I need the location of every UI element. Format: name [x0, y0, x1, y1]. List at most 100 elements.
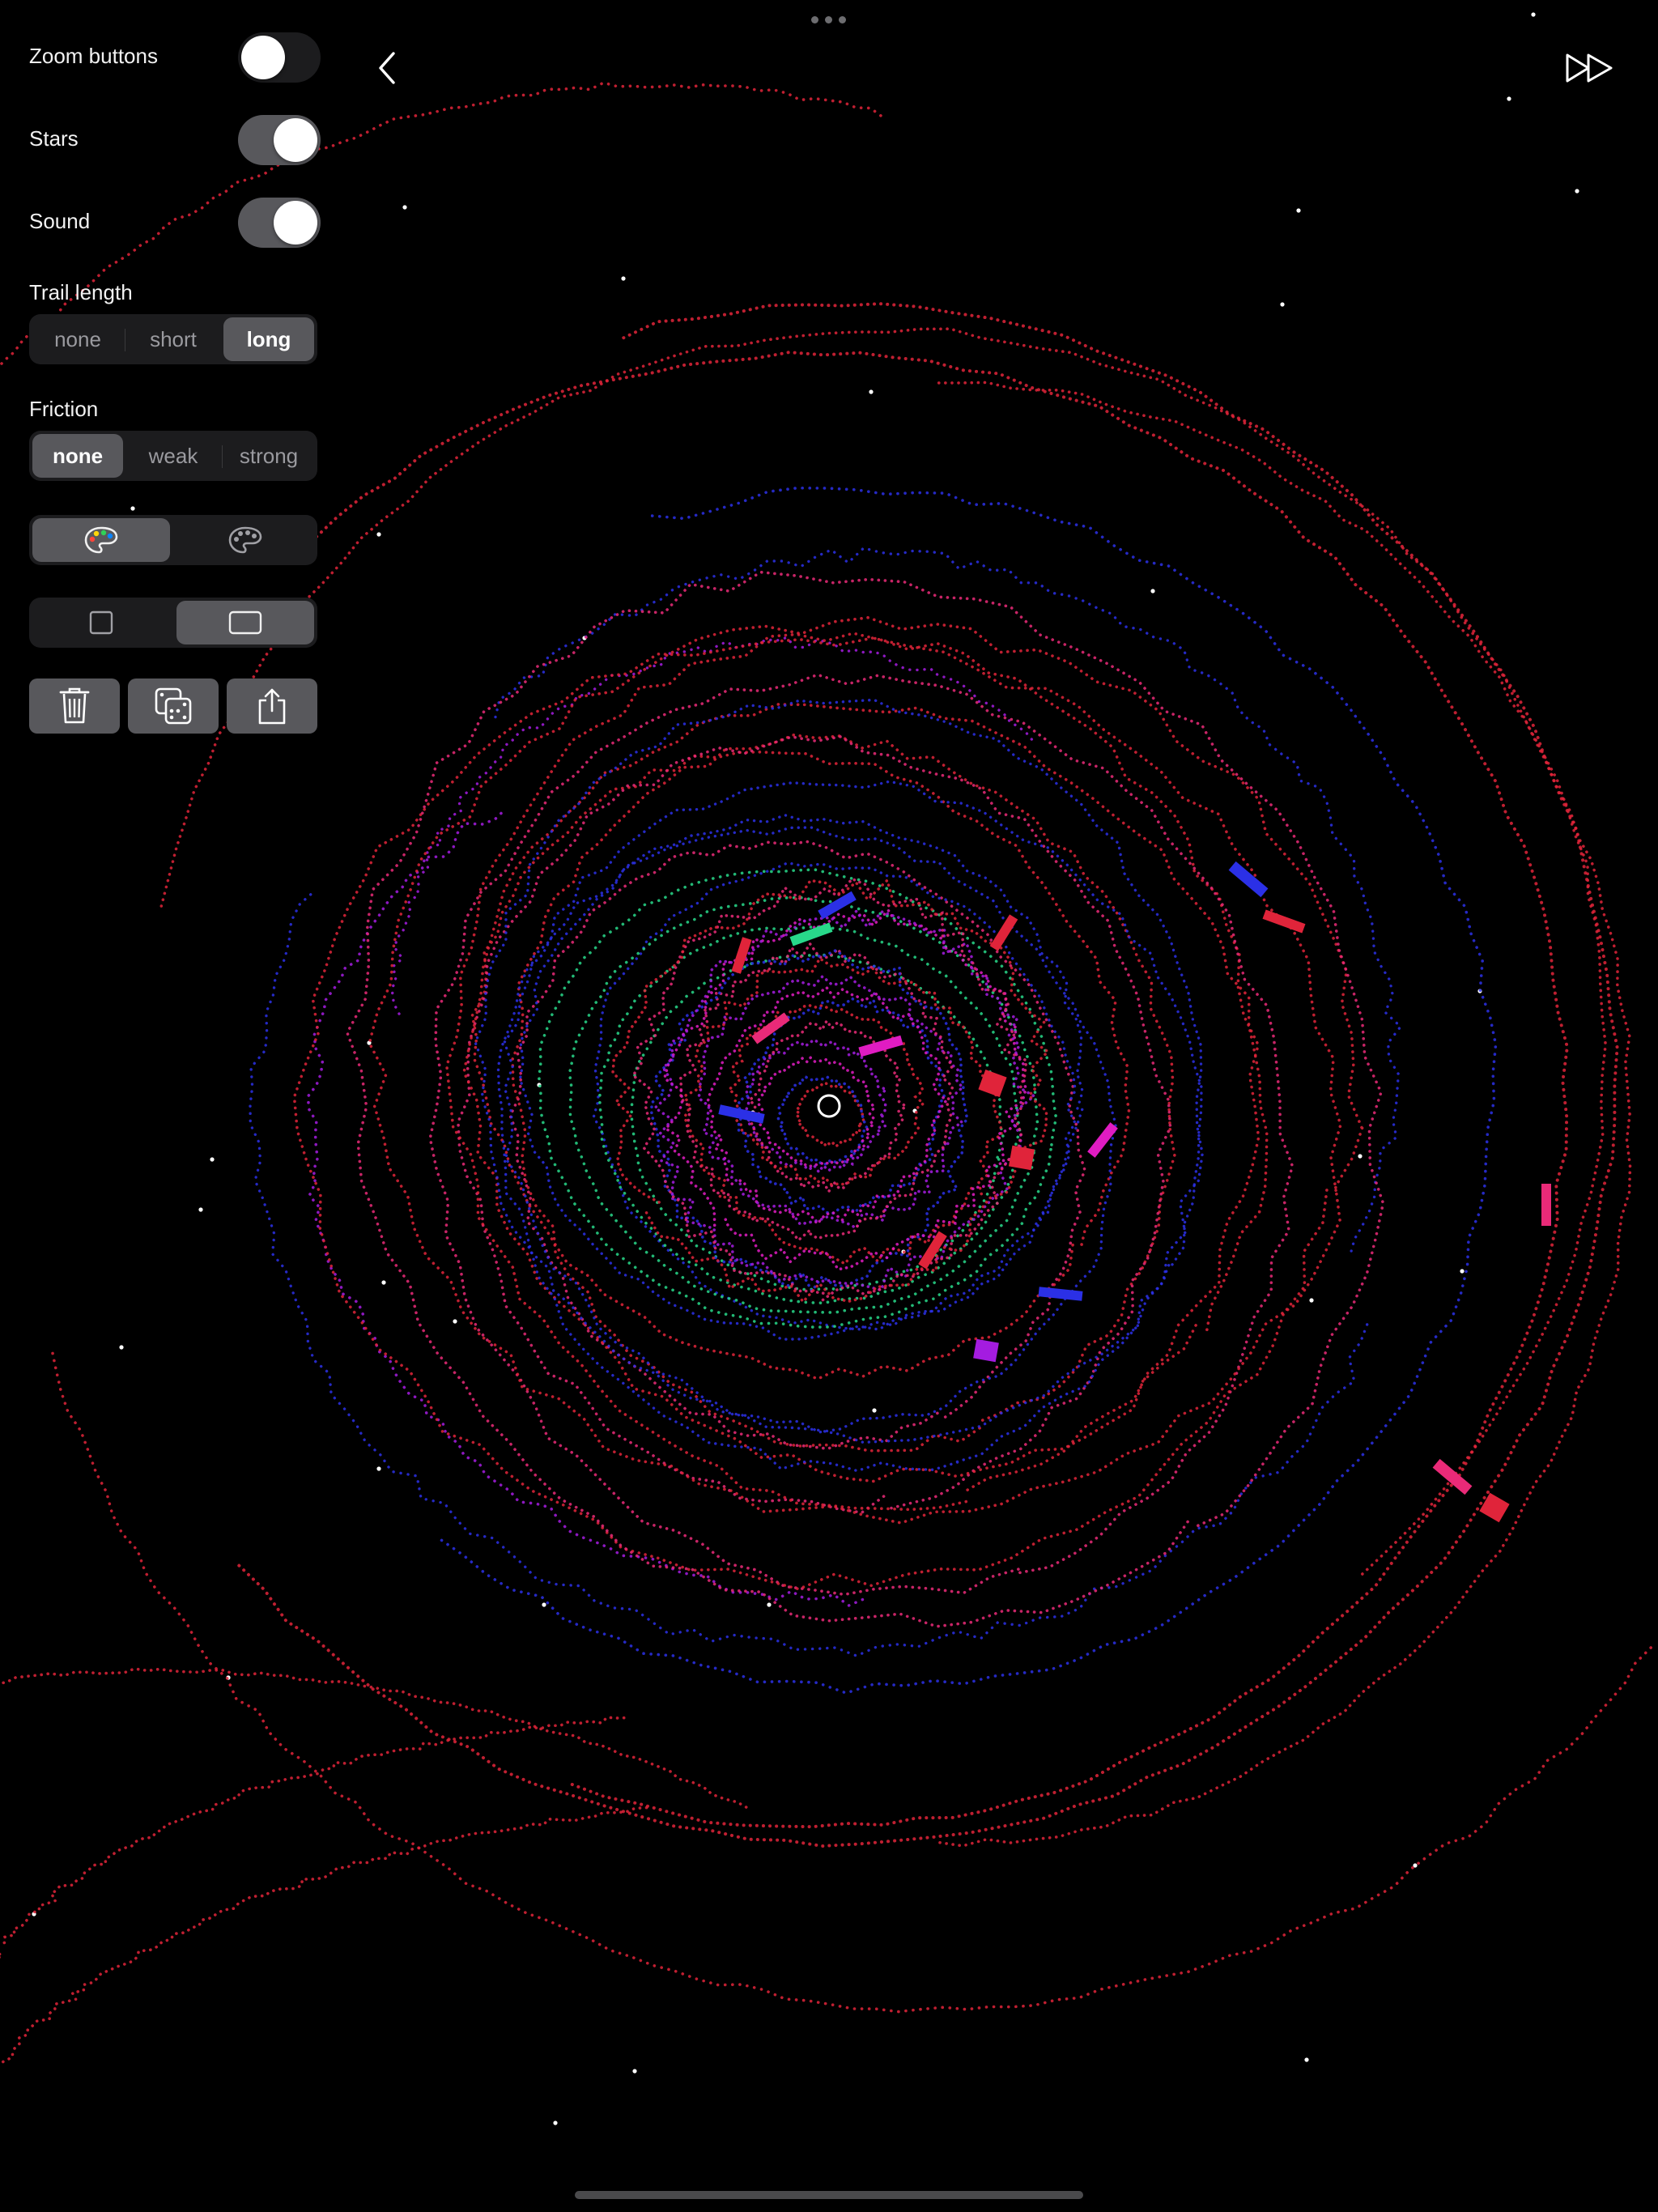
star [553, 2121, 558, 2125]
trail-path [462, 703, 1269, 1483]
randomize-button[interactable] [128, 678, 219, 734]
star [1280, 302, 1285, 307]
trail-path [0, 1806, 648, 2066]
color-palette-option[interactable] [32, 518, 170, 562]
wide-rectangle-icon [228, 610, 262, 635]
planet-body[interactable] [1262, 909, 1306, 934]
planet-body[interactable] [731, 937, 752, 974]
star [210, 1157, 215, 1162]
planet-body[interactable] [718, 1104, 765, 1124]
planet-body[interactable] [1008, 1145, 1035, 1171]
home-indicator [575, 2191, 1083, 2199]
star [542, 1602, 546, 1607]
trail-path [368, 615, 1364, 1525]
trail-path [631, 877, 1028, 1302]
mono-palette-option[interactable] [176, 518, 314, 562]
toggle-knob [241, 36, 285, 79]
planet-body[interactable] [978, 1069, 1007, 1098]
trail-length-segmented-control: none short long [29, 314, 317, 364]
star [869, 389, 874, 394]
trail-path [0, 1716, 631, 1959]
wide-aspect-option[interactable] [176, 601, 314, 644]
planet-body[interactable] [858, 1035, 903, 1057]
trail-path [428, 673, 1295, 1597]
star [632, 2069, 637, 2074]
chevron-left-icon [379, 52, 395, 84]
clear-button[interactable] [29, 678, 120, 734]
trail-length-none[interactable]: none [32, 317, 123, 361]
friction-strong[interactable]: strong [223, 434, 314, 478]
trail-path [306, 809, 865, 1607]
trail-path [630, 953, 1005, 1291]
star [130, 506, 135, 511]
stars-label: Stars [29, 126, 79, 151]
zoom-buttons-row: Zoom buttons [29, 32, 321, 84]
square-aspect-option[interactable] [32, 601, 170, 644]
friction-segmented-control: none weak strong [29, 431, 317, 481]
trail-path [249, 888, 1369, 1657]
action-buttons [29, 678, 321, 734]
sound-label: Sound [29, 209, 91, 233]
star [198, 1207, 203, 1212]
trail-path [742, 1038, 890, 1175]
star [767, 1602, 772, 1607]
back-button[interactable] [372, 49, 402, 87]
fast-forward-icon [1566, 53, 1613, 83]
planet-bodies [718, 861, 1551, 1523]
star [119, 1345, 124, 1350]
trail-path [611, 877, 1051, 1304]
star [1358, 1154, 1363, 1159]
trail-path [457, 734, 1172, 1515]
star [1531, 12, 1536, 17]
sound-toggle[interactable] [238, 198, 321, 248]
segment-divider [222, 445, 223, 468]
trail-length-long[interactable]: long [223, 317, 314, 361]
zoom-buttons-toggle[interactable] [238, 32, 321, 83]
trail-path [503, 780, 1203, 1444]
stars-toggle[interactable] [238, 115, 321, 165]
gravity-center-marker[interactable] [817, 1094, 841, 1118]
particle-trails [0, 81, 1652, 2066]
star [1460, 1269, 1465, 1274]
trail-path [937, 381, 1632, 1848]
star [1304, 2057, 1309, 2062]
square-icon [89, 610, 113, 635]
trail-path [159, 327, 1608, 1579]
friction-label: Friction [29, 397, 99, 421]
share-button[interactable] [227, 678, 317, 734]
star [376, 1466, 381, 1471]
sound-row: Sound [29, 198, 321, 249]
friction-weak[interactable]: weak [128, 434, 219, 478]
toggle-knob [274, 201, 317, 245]
planet-body[interactable] [1038, 1287, 1083, 1301]
aspect-segmented-control [29, 598, 317, 648]
star [1296, 208, 1301, 213]
star [1309, 1298, 1314, 1303]
palette-color-icon [84, 526, 118, 554]
star [872, 1408, 877, 1413]
planet-body[interactable] [1228, 861, 1269, 898]
trail-path [390, 636, 1034, 1015]
star [376, 532, 381, 537]
grabber-dot [811, 16, 818, 23]
grabber-dot [825, 16, 832, 23]
star [621, 276, 626, 281]
trail-path [236, 302, 1619, 1848]
trail-length-short[interactable]: short [128, 317, 219, 361]
star [381, 1280, 386, 1285]
planet-body[interactable] [973, 1338, 999, 1363]
dice-icon [155, 687, 192, 725]
star [453, 1319, 457, 1324]
planet-body[interactable] [751, 1012, 790, 1044]
share-icon [258, 688, 286, 725]
trail-length-label: Trail length [29, 280, 133, 304]
palette-mono-icon [228, 526, 262, 554]
trash-icon [59, 687, 90, 724]
planet-body[interactable] [1087, 1122, 1118, 1158]
fast-forward-button[interactable] [1564, 50, 1616, 86]
zoom-buttons-label: Zoom buttons [29, 44, 158, 68]
multitasking-grabber[interactable] [810, 15, 848, 26]
planet-body[interactable] [1541, 1184, 1551, 1226]
friction-none[interactable]: none [32, 434, 123, 478]
star [402, 205, 407, 210]
